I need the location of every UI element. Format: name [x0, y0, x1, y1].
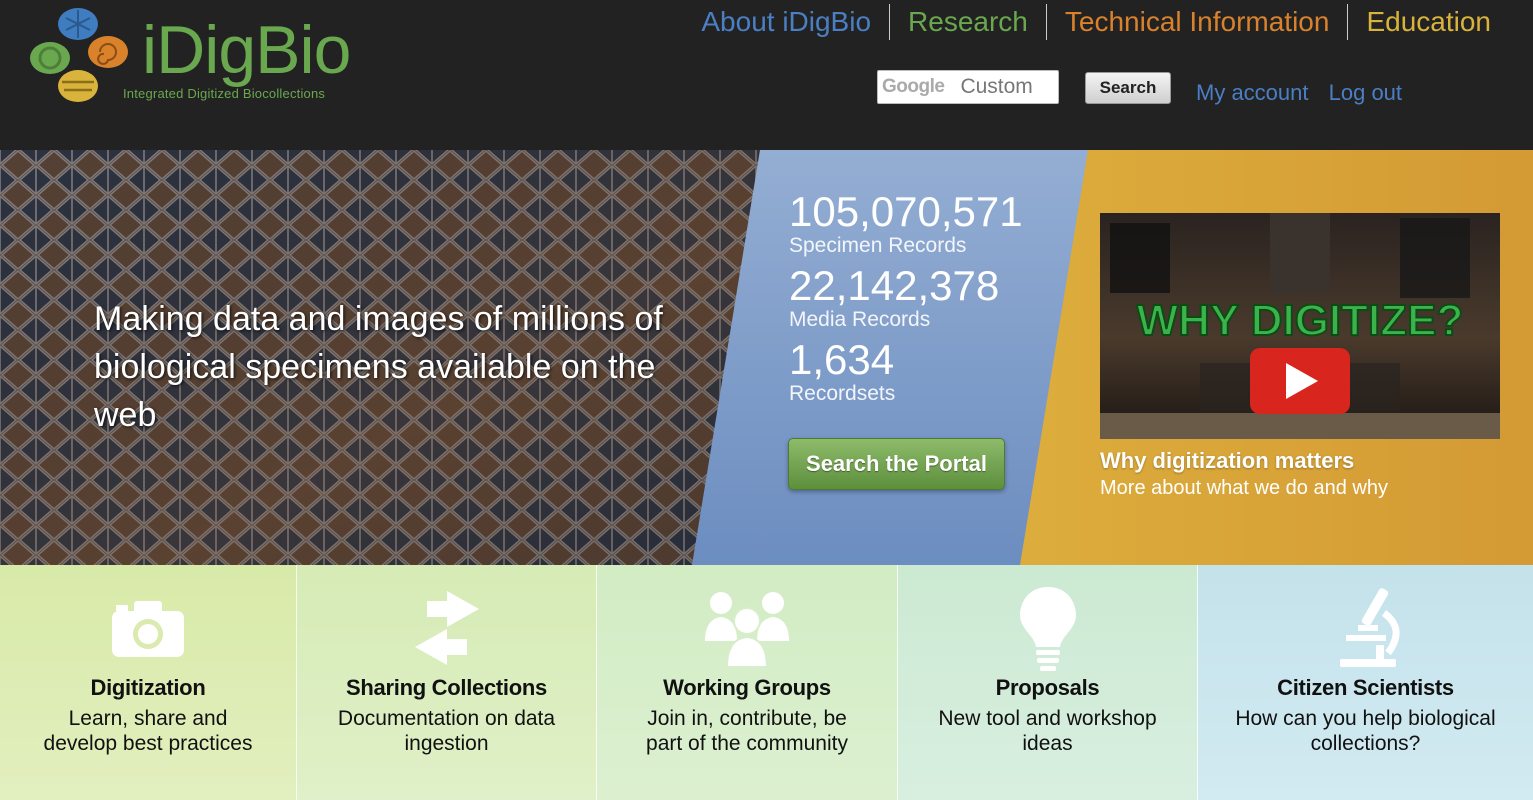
lightbulb-icon: [1019, 587, 1076, 671]
search-input[interactable]: [958, 74, 1063, 100]
search-button[interactable]: Search: [1085, 72, 1171, 104]
logout-link[interactable]: Log out: [1329, 80, 1402, 105]
stats-panel: 105,070,571 Specimen Records 22,142,378 …: [789, 190, 1069, 412]
feature-description: Learn, share and develop best practices: [43, 707, 253, 755]
hero-tagline: Making data and images of millions of bi…: [94, 300, 663, 434]
feature-title: Citizen Scientists: [1277, 675, 1454, 700]
feature-description: Documentation on data ingestion: [337, 707, 556, 755]
video-overlay-text: WHY DIGITIZE?: [1137, 296, 1464, 345]
account-links: My account Log out: [1196, 80, 1416, 106]
media-records-count: 22,142,378: [789, 262, 1000, 309]
my-account-link[interactable]: My account: [1196, 80, 1309, 105]
search-portal-button[interactable]: Search the Portal: [788, 438, 1005, 490]
feature-title: Digitization: [90, 675, 206, 700]
feature-title: Working Groups: [663, 675, 831, 700]
feature-card-working-groups[interactable]: Working Groups Join in, contribute, be p…: [597, 565, 898, 800]
feature-title: Proposals: [995, 675, 1100, 700]
nav-education[interactable]: Education: [1347, 4, 1509, 40]
feature-card-digitization[interactable]: Digitization Learn, share and develop be…: [0, 565, 297, 800]
specimen-records-count: 105,070,571: [789, 188, 1023, 235]
site-logo[interactable]: iDigBio Integrated Digitized Biocollecti…: [26, 4, 386, 114]
feature-description: How can you help biological collections?: [1235, 707, 1496, 755]
video-scene-image: WHY DIGITIZE?: [1100, 213, 1500, 439]
exchange-arrows-icon: [414, 591, 479, 665]
media-records-label: Media Records: [789, 308, 931, 331]
feature-card-citizen-scientists[interactable]: Citizen Scientists How can you help biol…: [1198, 565, 1533, 800]
nav-research[interactable]: Research: [889, 4, 1046, 40]
logo-text: iDigBio: [142, 12, 351, 88]
site-header: iDigBio Integrated Digitized Biocollecti…: [0, 0, 1533, 150]
microscope-icon: [1339, 588, 1399, 667]
feature-card-sharing-collections[interactable]: Sharing Collections Documentation on dat…: [297, 565, 597, 800]
video-thumbnail[interactable]: WHY DIGITIZE?: [1100, 213, 1500, 439]
feature-description: New tool and workshop ideas: [938, 707, 1157, 755]
feature-cards: Digitization Learn, share and develop be…: [0, 565, 1533, 800]
search-box: Google: [877, 70, 1063, 104]
people-group-icon: [705, 592, 789, 668]
recordsets-label: Recordsets: [789, 382, 896, 405]
logo-subtitle: Integrated Digitized Biocollections: [123, 86, 326, 101]
nav-about[interactable]: About iDigBio: [683, 4, 889, 40]
video-subtitle: More about what we do and why: [1100, 477, 1388, 499]
nav-technical-information[interactable]: Technical Information: [1045, 4, 1348, 40]
recordsets-count: 1,634: [789, 336, 895, 383]
feature-description: Join in, contribute, be part of the comm…: [646, 707, 848, 755]
video-title[interactable]: Why digitization matters: [1100, 448, 1354, 474]
feature-title: Sharing Collections: [346, 675, 547, 700]
top-navigation: About iDigBio Research Technical Informa…: [683, 4, 1509, 40]
specimen-records-label: Specimen Records: [789, 234, 967, 257]
camera-icon: [112, 601, 184, 657]
feature-card-proposals[interactable]: Proposals New tool and workshop ideas: [898, 565, 1198, 800]
hero-banner: Making data and images of millions of bi…: [0, 150, 1533, 565]
google-logo: Google: [882, 76, 945, 97]
